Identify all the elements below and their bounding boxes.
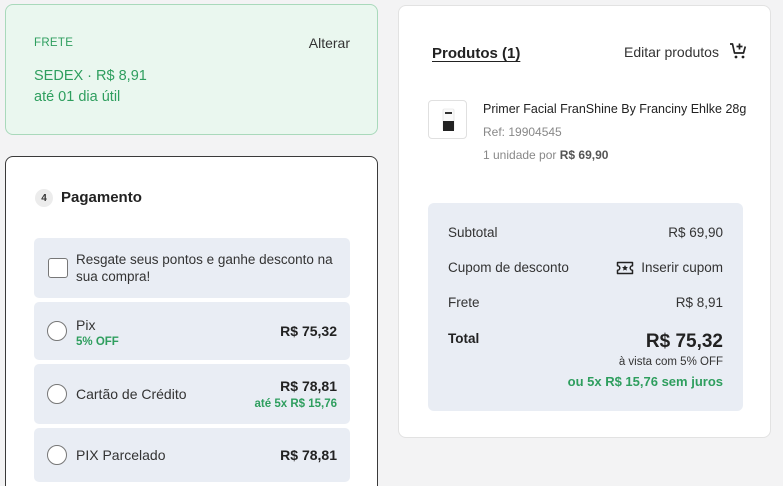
edit-products-link[interactable]: Editar produtos — [624, 44, 719, 60]
total-cash-note: à vista com 5% OFF — [618, 356, 723, 368]
pix-parcelado-price: R$ 78,81 — [280, 447, 337, 463]
primer-product-image — [442, 108, 455, 131]
redeem-points-text: Resgate seus pontos e ganhe desconto na … — [76, 252, 333, 284]
total-installments: ou 5x R$ 15,76 sem juros — [567, 374, 723, 389]
payment-option-pix[interactable]: Pix 5% OFF R$ 75,32 — [34, 302, 350, 360]
credit-card-label: Cartão de Crédito — [76, 386, 187, 402]
shipping-label: FRETE — [34, 37, 74, 49]
payment-card: 4 Pagamento Resgate seus pontos e ganhe … — [5, 156, 378, 486]
product-thumbnail — [428, 100, 467, 139]
pix-price: R$ 75,32 — [280, 323, 337, 339]
cart-edit-icon[interactable] — [729, 42, 747, 60]
order-summary-card: Produtos (1) Editar produtos Primer Faci… — [398, 5, 771, 438]
total-label: Total — [448, 331, 480, 346]
redeem-points-option[interactable]: Resgate seus pontos e ganhe desconto na … — [34, 238, 350, 298]
pix-radio[interactable] — [47, 321, 67, 341]
subtotal-label: Subtotal — [448, 225, 498, 240]
shipping-eta: até 01 dia útil — [34, 89, 121, 105]
product-unit-price: R$ 69,90 — [559, 148, 609, 162]
payment-option-credit-card[interactable]: Cartão de Crédito R$ 78,81 até 5x R$ 15,… — [34, 364, 350, 424]
credit-card-installments: até 5x R$ 15,76 — [254, 398, 337, 410]
ticket-icon — [616, 261, 634, 274]
credit-card-price: R$ 78,81 — [280, 378, 337, 394]
payment-option-pix-parcelado[interactable]: PIX Parcelado R$ 78,81 — [34, 428, 350, 482]
step-number-badge: 4 — [35, 189, 53, 207]
shipping-total-value: R$ 8,91 — [675, 295, 723, 310]
products-title[interactable]: Produtos (1) — [432, 45, 520, 62]
total-value: R$ 75,32 — [645, 331, 723, 352]
product-ref: Ref: 19904545 — [483, 125, 562, 139]
pix-label: Pix — [76, 317, 96, 333]
shipping-total-label: Frete — [448, 295, 480, 310]
coupon-label: Cupom de desconto — [448, 260, 569, 275]
shipping-method: SEDEX · R$ 8,91 — [34, 68, 147, 84]
redeem-points-checkbox[interactable] — [48, 258, 68, 278]
product-quantity: 1 unidade por R$ 69,90 — [483, 148, 608, 162]
subtotal-value: R$ 69,90 — [668, 225, 723, 240]
totals-panel: Subtotal R$ 69,90 Cupom de desconto Inse… — [428, 203, 743, 411]
product-name: Primer Facial FranShine By Franciny Ehlk… — [483, 102, 747, 116]
pix-discount: 5% OFF — [76, 336, 119, 348]
product-qty-prefix: 1 unidade por — [483, 148, 557, 162]
insert-coupon-label: Inserir cupom — [641, 260, 723, 275]
payment-title: Pagamento — [61, 189, 142, 206]
credit-card-radio[interactable] — [47, 384, 67, 404]
insert-coupon-button[interactable]: Inserir cupom — [616, 260, 723, 275]
change-shipping-link[interactable]: Alterar — [309, 35, 350, 51]
pix-parcelado-radio[interactable] — [47, 445, 67, 465]
shipping-card: FRETE Alterar SEDEX · R$ 8,91 até 01 dia… — [5, 4, 378, 135]
pix-parcelado-label: PIX Parcelado — [76, 447, 166, 463]
checkout-page: FRETE Alterar SEDEX · R$ 8,91 até 01 dia… — [0, 0, 783, 486]
